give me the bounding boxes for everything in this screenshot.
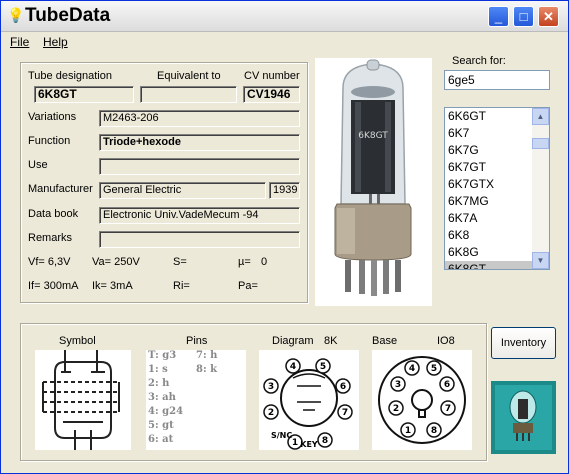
scroll-down-icon[interactable]: ▼ [532, 252, 549, 269]
pin-entry: 4: g24 [148, 406, 184, 417]
pins-label: Pins [186, 335, 208, 347]
pin-number: 3 [268, 382, 274, 392]
use-field[interactable] [99, 158, 300, 175]
tube-list[interactable]: 6K6GT 6K7 6K7G 6K7GT 6K7GTX 6K7MG 6K7A 6K8 6K8G 6… [444, 107, 550, 270]
if-value: If= 300mA [28, 280, 79, 292]
main-window: 💡 TubeData _ □ ✕ File Help Tube designat… [0, 0, 569, 474]
pin-number: 4 [409, 364, 415, 374]
equivalent-to-label: Equivalent to [157, 70, 221, 82]
function-label: Function [28, 135, 71, 147]
pa-value: Pa= [238, 280, 258, 292]
lightbulb-icon: 💡 [7, 7, 25, 23]
ik-value: Ik= 3mA [92, 280, 133, 292]
cv-number-field[interactable]: CV1946 [243, 86, 300, 103]
function-field[interactable]: Triode+hexode [99, 134, 300, 151]
pin-number: 7 [445, 404, 451, 414]
pins-panel: T: g3 1: s 2: h 3: ah 4: g24 5: gt 6: at… [146, 350, 246, 450]
equivalent-to-field[interactable] [140, 86, 237, 103]
diagram-code: 8K [324, 335, 338, 347]
ri-value: Ri= [173, 280, 190, 292]
tube-designation-field[interactable]: 6K8GT [34, 86, 134, 103]
variations-field[interactable]: M2463-206 [99, 110, 300, 127]
manufacturer-field[interactable]: General Electric [99, 182, 266, 199]
pin-number: 2 [393, 404, 399, 414]
base-code: IO8 [437, 335, 455, 347]
use-label: Use [28, 159, 48, 171]
title-bar[interactable]: 💡 TubeData _ □ ✕ [1, 1, 568, 32]
menu-file[interactable]: File [10, 35, 29, 49]
pin-entry: 3: ah [148, 392, 176, 403]
pin-number: 4 [290, 362, 296, 372]
diagram-key-label: KEY [300, 440, 318, 449]
symbol-label: Symbol [59, 335, 96, 347]
tube-photo: 6K8GT [315, 58, 432, 306]
inventory-button[interactable]: Inventory [491, 327, 556, 359]
mu-label: µ= [238, 256, 251, 268]
app-logo [491, 381, 556, 454]
base-label: Base [372, 335, 398, 347]
pin-entry: 6: at [148, 434, 174, 445]
pin-number: 1 [292, 438, 298, 448]
tube-symbol-graphic [42, 350, 120, 450]
data-book-field[interactable]: Electronic Univ.VadeMecum -94 [99, 207, 300, 224]
variations-label: Variations [28, 111, 77, 123]
pin-entry: 5: gt [148, 420, 174, 431]
pin-number: 5 [431, 364, 437, 374]
close-button[interactable]: ✕ [538, 6, 559, 27]
search-input[interactable] [444, 70, 550, 90]
remarks-field[interactable] [99, 231, 300, 248]
diagram-label: Diagram [272, 335, 314, 347]
pin-entry: 1: s [148, 364, 168, 375]
pin-number: 2 [268, 408, 274, 418]
pin-entry: 7: h [196, 350, 218, 361]
pin-number: 8 [431, 426, 437, 436]
vf-value: Vf= 6,3V [28, 256, 71, 268]
tube-designation-label: Tube designation [28, 70, 112, 82]
pin-number: 6 [444, 380, 450, 390]
s-value: S= [173, 256, 187, 268]
symbol-panel [35, 350, 131, 450]
minimize-button[interactable]: _ [488, 6, 509, 27]
cv-number-label: CV number [244, 70, 300, 82]
mu-value: 0 [261, 256, 268, 268]
year-field[interactable]: 1939 [269, 182, 300, 199]
pin-number: 1 [405, 426, 411, 436]
pin-number: 6 [340, 382, 346, 392]
search-label: Search for: [452, 55, 506, 67]
menu-bar: File Help [1, 32, 568, 52]
base-panel: 12345678 [372, 350, 472, 450]
scroll-thumb[interactable] [532, 138, 549, 149]
pin-entry: 8: k [196, 364, 218, 375]
manufacturer-label: Manufacturer [28, 183, 93, 195]
window-title: TubeData [25, 5, 111, 26]
menu-help[interactable]: Help [43, 35, 68, 49]
tube-list-scrollbar[interactable]: ▲ ▼ [532, 108, 549, 269]
remarks-label: Remarks [28, 232, 73, 244]
pin-entry: 2: h [148, 378, 170, 389]
pin-entry: T: g3 [148, 350, 177, 361]
pin-number: 3 [395, 380, 401, 390]
pin-number: 8 [322, 436, 328, 446]
pin-number: 5 [320, 362, 326, 372]
scroll-up-icon[interactable]: ▲ [532, 108, 549, 125]
maximize-button[interactable]: □ [513, 6, 534, 27]
data-book-label: Data book [28, 208, 79, 220]
va-value: Va= 250V [92, 256, 140, 268]
diagram-snc-label: S/NC [271, 431, 292, 440]
diagram-panel: 1 2 3 4 5 6 7 8 S/NC KEY [259, 350, 359, 450]
pin-number: 7 [342, 408, 348, 418]
tube-print: 6K8GT [358, 131, 388, 141]
